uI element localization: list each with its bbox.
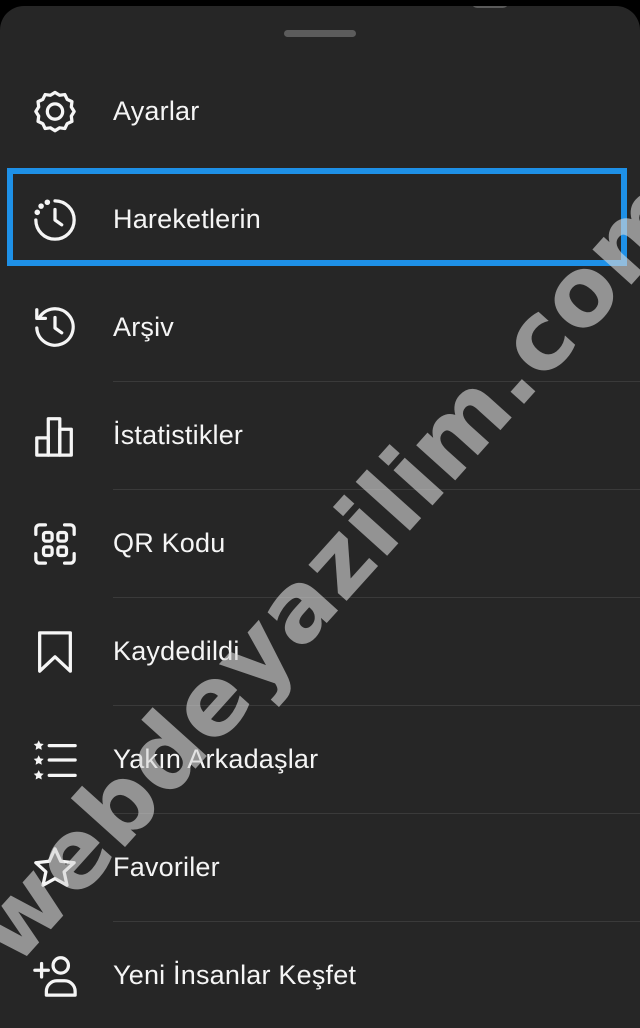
menu-item-favorites[interactable]: Favoriler — [0, 814, 640, 922]
menu-item-label: Yakın Arkadaşlar — [113, 744, 319, 774]
menu-item-label: Yeni İnsanlar Keşfet — [113, 960, 357, 990]
status-indicator — [472, 6, 508, 8]
bottom-sheet: Ayarlar Hareketlerin Arşiv İstatistikler… — [0, 6, 640, 1028]
menu-item-archive[interactable]: Arşiv — [0, 274, 640, 382]
menu-item-label: Kaydedildi — [113, 636, 240, 666]
add-person-icon — [32, 953, 78, 999]
activity-clock-icon — [32, 197, 78, 243]
bar-chart-icon — [32, 413, 78, 459]
menu-item-label: Ayarlar — [113, 96, 200, 126]
star-icon — [32, 845, 78, 891]
menu-item-label: Favoriler — [113, 852, 220, 882]
menu-item-label: İstatistikler — [113, 420, 244, 450]
menu-item-discover-people[interactable]: Yeni İnsanlar Keşfet — [0, 922, 640, 1028]
archive-history-icon — [32, 305, 78, 351]
menu-item-label: QR Kodu — [113, 528, 226, 558]
menu-item-label: Hareketlerin — [113, 204, 261, 234]
bookmark-icon — [32, 629, 78, 675]
menu-item-qr-code[interactable]: QR Kodu — [0, 490, 640, 598]
menu-item-saved[interactable]: Kaydedildi — [0, 598, 640, 706]
menu-list: Ayarlar Hareketlerin Arşiv İstatistikler… — [0, 58, 640, 1028]
menu-item-close-friends[interactable]: Yakın Arkadaşlar — [0, 706, 640, 814]
menu-item-activity[interactable]: Hareketlerin — [0, 166, 640, 274]
menu-item-insights[interactable]: İstatistikler — [0, 382, 640, 490]
close-friends-list-icon — [32, 737, 78, 783]
qr-scan-icon — [32, 521, 78, 567]
menu-item-label: Arşiv — [113, 312, 174, 342]
menu-item-settings[interactable]: Ayarlar — [0, 58, 640, 166]
gear-icon — [32, 89, 78, 135]
sheet-grabber-handle[interactable] — [284, 30, 356, 37]
